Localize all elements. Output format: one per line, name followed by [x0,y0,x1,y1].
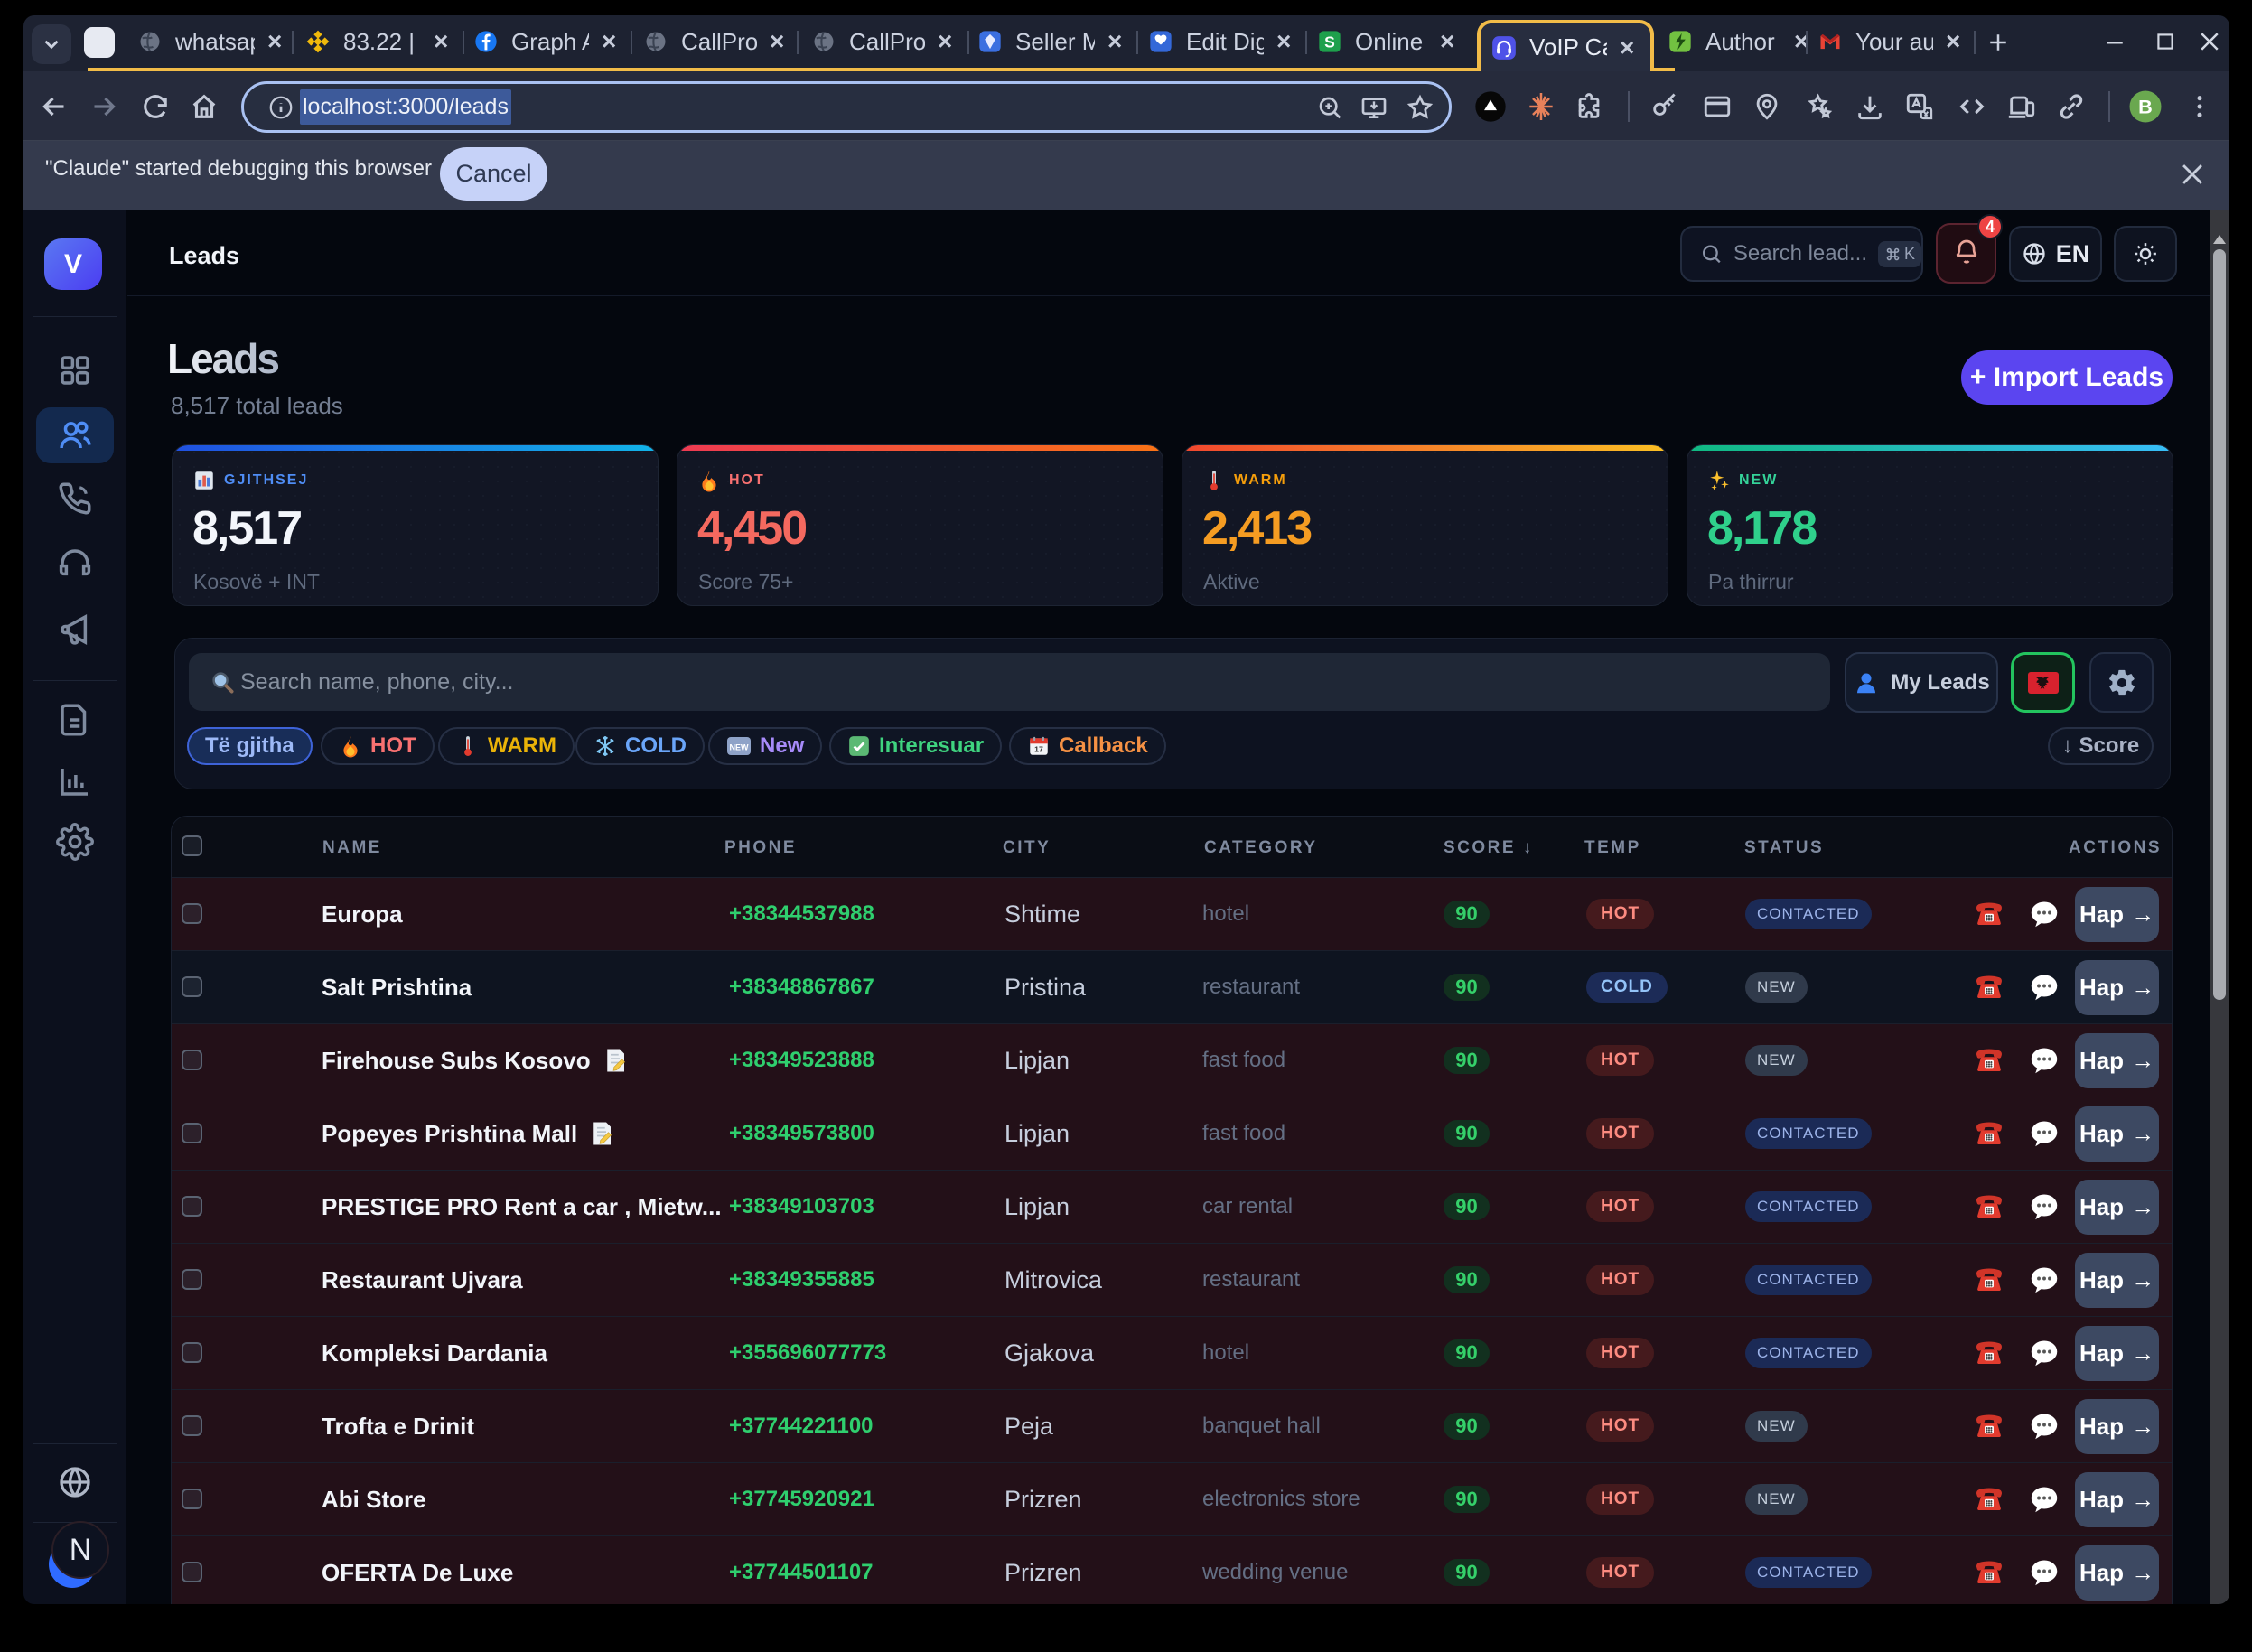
svg-text:B: B [2138,96,2153,118]
svg-text:NEW: NEW [730,743,750,752]
svg-text:17: 17 [1034,745,1043,754]
svg-text:S: S [1324,33,1335,51]
